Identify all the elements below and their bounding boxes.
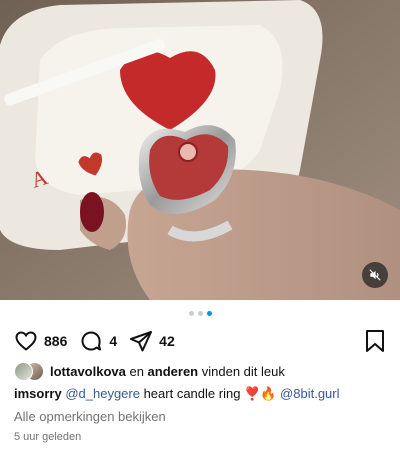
caption-username[interactable]: imsorry: [14, 386, 62, 401]
save-button[interactable]: [364, 329, 386, 353]
likes-suffix: vinden dit leuk: [198, 363, 285, 379]
like-button[interactable]: 886: [14, 329, 67, 353]
liker-avatars[interactable]: [14, 362, 44, 381]
likes-connector: en: [125, 363, 148, 379]
share-button[interactable]: 42: [129, 329, 175, 353]
comment-count[interactable]: 4: [109, 333, 117, 349]
carousel-dot: [197, 311, 203, 316]
view-all-comments-link[interactable]: Alle opmerkingen bekijken: [14, 409, 166, 424]
action-bar: 886 4 42: [14, 328, 386, 354]
instagram-post: A 886 4 42 lottavolkova en anderen vinde…: [0, 0, 400, 457]
like-count[interactable]: 886: [44, 333, 67, 349]
mute-toggle-button[interactable]: [362, 262, 388, 288]
caption-emojis: ❣️🔥: [244, 386, 277, 401]
liker-username[interactable]: lottavolkova: [50, 364, 126, 379]
avatar: [14, 362, 33, 381]
post-photo: A: [0, 0, 400, 300]
paper-plane-icon: [130, 331, 153, 352]
carousel-dot-active: [206, 311, 212, 316]
carousel-dot: [188, 311, 194, 316]
bookmark-icon: [366, 330, 384, 352]
caption-tag[interactable]: @8bit.gurl: [280, 386, 339, 401]
caption-mention[interactable]: @d_heygere: [65, 386, 140, 401]
post-timestamp: 5 uur geleden: [14, 431, 82, 443]
muted-speaker-icon: [369, 269, 381, 281]
post-image[interactable]: A: [0, 0, 400, 300]
heart-outline-icon: [15, 331, 37, 351]
carousel-indicator: [0, 311, 400, 316]
share-count[interactable]: 42: [159, 333, 175, 349]
comment-bubble-icon: [81, 331, 102, 351]
likes-others-link[interactable]: anderen: [148, 364, 199, 379]
likes-summary: lottavolkova en anderen vinden dit leuk: [14, 362, 390, 381]
post-caption: imsorry @d_heygere heart candle ring ❣️🔥…: [14, 386, 390, 402]
comment-button[interactable]: 4: [79, 329, 117, 353]
caption-text: heart candle ring: [139, 386, 245, 401]
